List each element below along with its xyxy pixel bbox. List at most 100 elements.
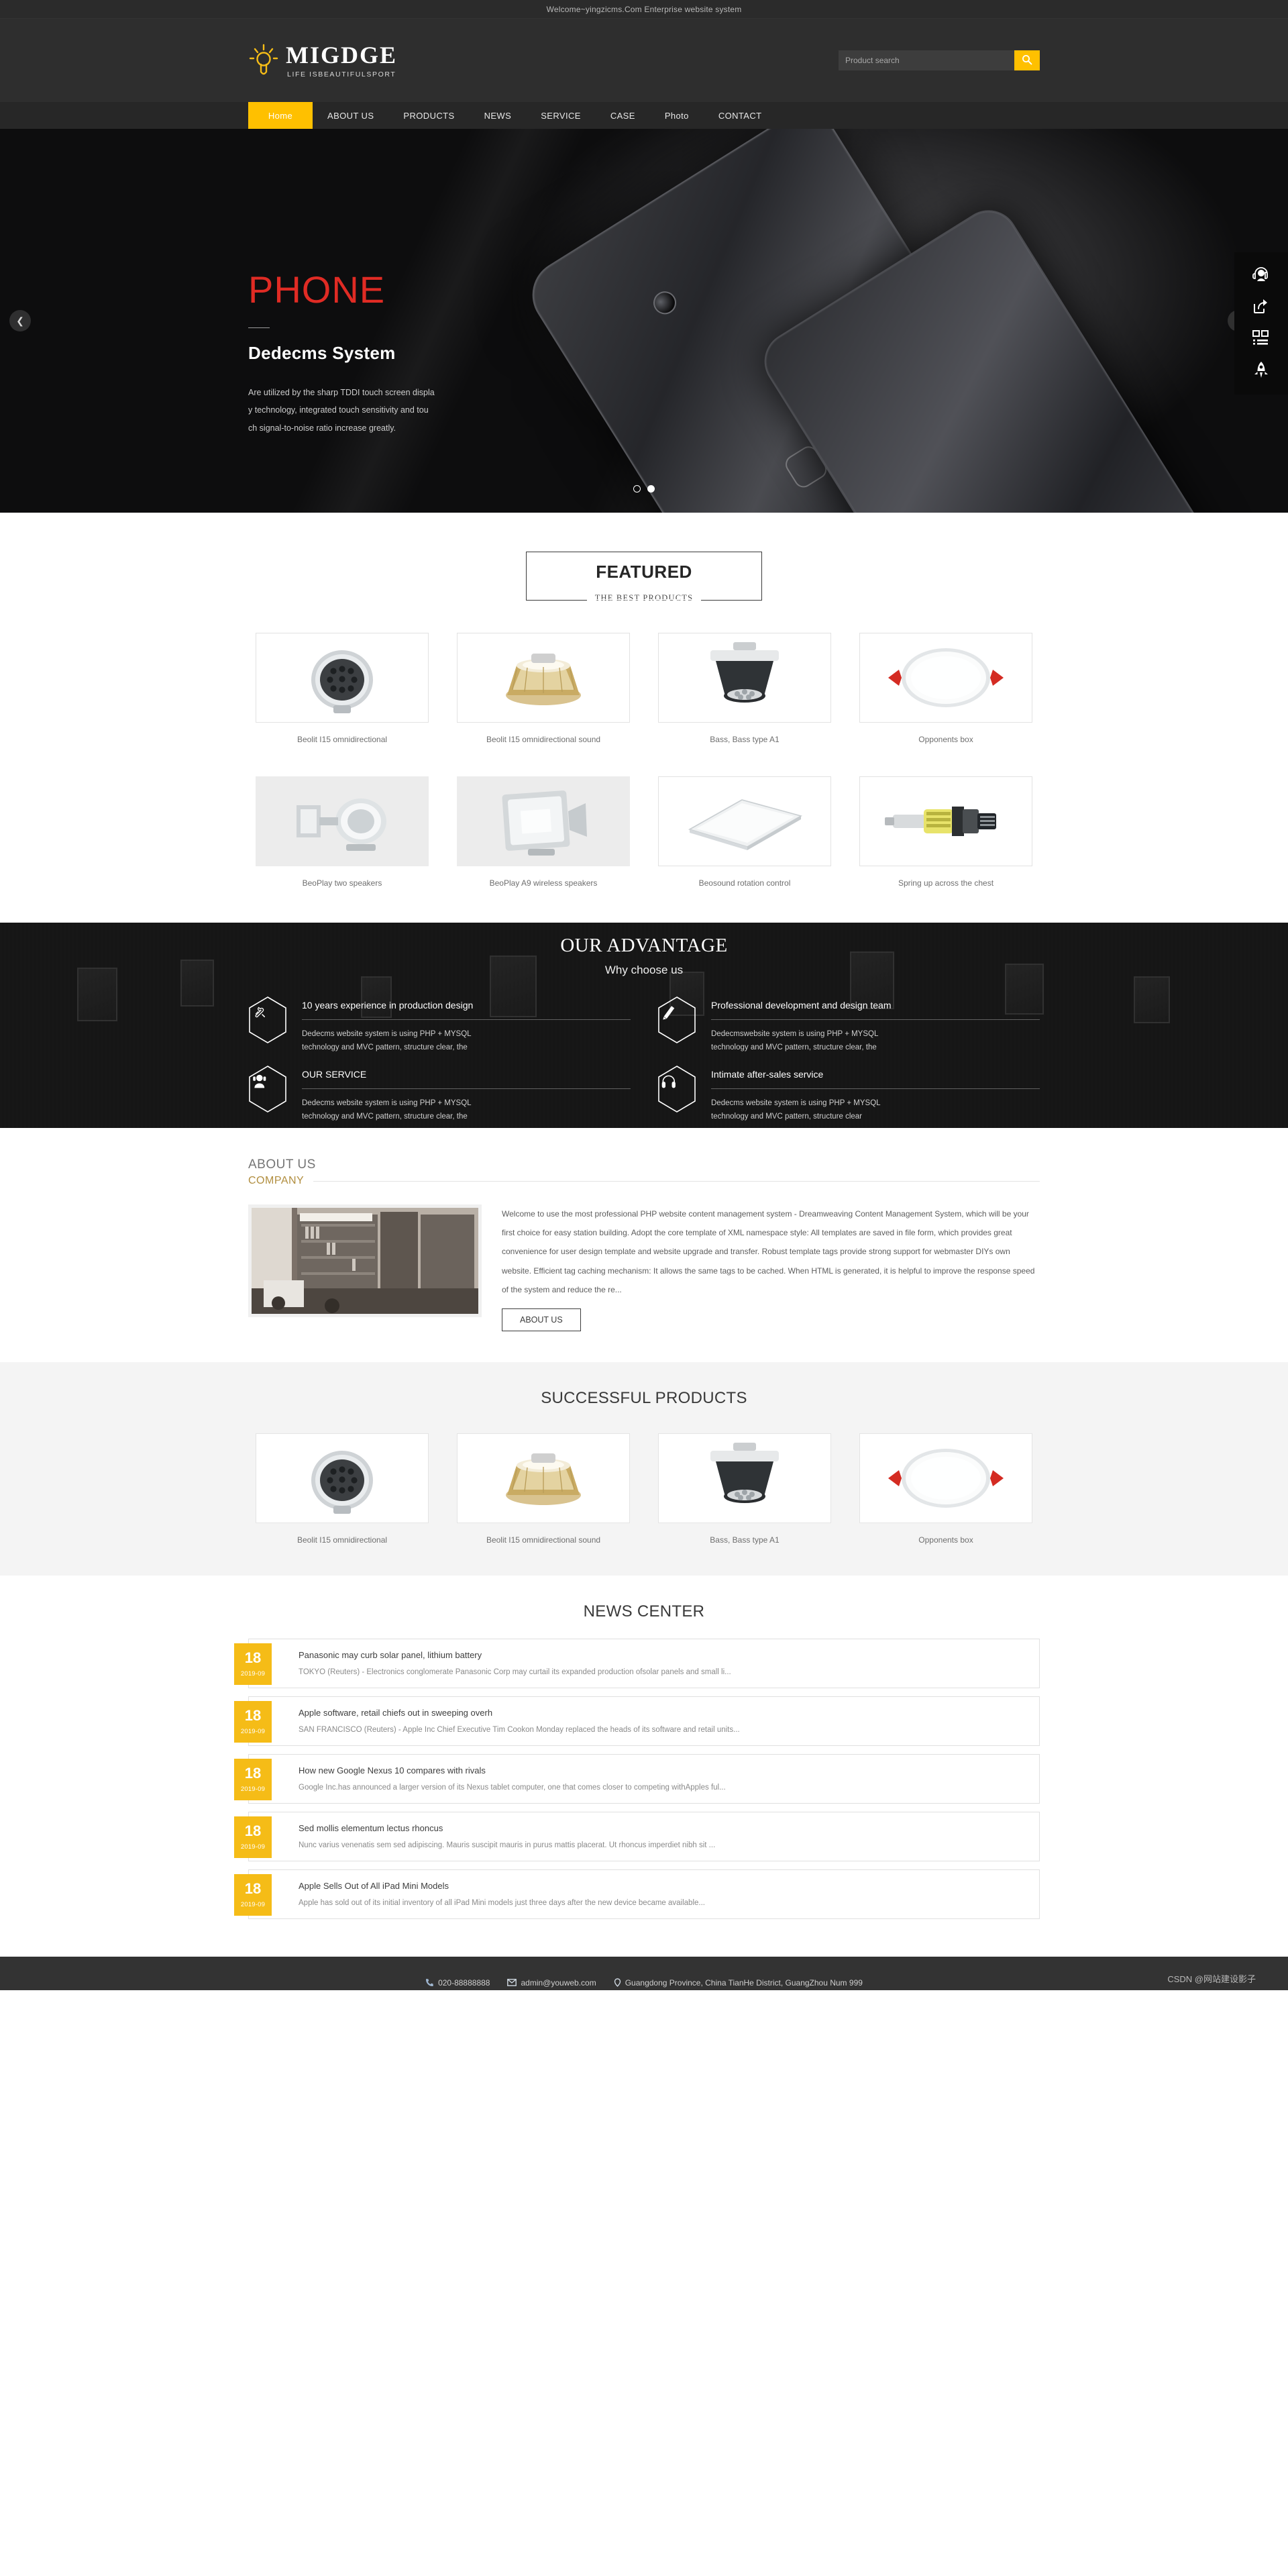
product-thumbnail[interactable] (256, 633, 429, 723)
floating-side-toolbar (1234, 252, 1288, 395)
product-card[interactable]: BeoPlay A9 wireless speakers (457, 776, 630, 888)
product-thumbnail[interactable] (658, 633, 831, 723)
site-logo[interactable]: MIGDGE LIFE ISBEAUTIFULSPORT (248, 43, 397, 79)
news-item-summary: Apple has sold out of its initial invent… (299, 1899, 705, 1908)
nav-item-service[interactable]: SERVICE (526, 102, 596, 129)
about-office-image (248, 1204, 482, 1317)
product-name: Beolit I15 omnidirectional sound (486, 1535, 601, 1545)
news-date-badge: 18 2019-09 (234, 1758, 272, 1800)
news-item[interactable]: 18 2019-09 Apple Sells Out of All iPad Min… (234, 1869, 1040, 1919)
search-input[interactable] (839, 50, 1014, 70)
logo-title: MIGDGE (286, 41, 398, 68)
featured-products-row-2: BeoPlay two speakers BeoPlay A9 wireless… (248, 744, 1040, 888)
product-illustration-led-floodlight (292, 1441, 392, 1515)
advantage-desc-line-1: Dedecmswebsite system is using PHP + MYS… (711, 1030, 879, 1038)
news-item[interactable]: 18 2019-09 How new Google Nexus 10 compare… (234, 1753, 1040, 1804)
search-box[interactable] (839, 50, 1040, 70)
news-date-badge: 18 2019-09 (234, 1816, 272, 1858)
product-illustration-round-panel (879, 641, 1013, 714)
product-thumbnail[interactable] (859, 633, 1032, 723)
news-item-title[interactable]: Apple Sells Out of All iPad Mini Models (299, 1881, 705, 1891)
nav-item-photo[interactable]: Photo (650, 102, 704, 129)
nav-item-news[interactable]: NEWS (470, 102, 527, 129)
carousel-dot-2[interactable] (647, 485, 655, 493)
rail-qr-list-button[interactable] (1234, 323, 1288, 356)
product-thumbnail[interactable] (256, 776, 429, 866)
search-button[interactable] (1014, 50, 1040, 70)
product-card[interactable]: Beolit I15 omnidirectional (256, 1433, 429, 1545)
advantage-item: Intimate after-sales service Dedecms webs… (657, 1065, 1040, 1123)
footer-address: Guangdong Province, China TianHe Distric… (614, 1978, 863, 1988)
product-card[interactable]: BeoPlay two speakers (256, 776, 429, 888)
product-card[interactable]: Opponents box (859, 633, 1032, 744)
product-illustration-spot-downlight (694, 1441, 795, 1515)
product-thumbnail[interactable] (256, 1433, 429, 1523)
product-thumbnail[interactable] (457, 776, 630, 866)
advantage-item-title: Intimate after-sales service (711, 1069, 824, 1080)
advantage-item: 10 years experience in production design… (248, 996, 631, 1054)
hero-title: PHONE (248, 268, 386, 311)
news-item-title[interactable]: Apple software, retail chiefs out in swe… (299, 1708, 740, 1718)
product-card[interactable]: Spring up across the chest (859, 776, 1032, 888)
advantage-desc-line-2: technology and MVC pattern, structure cl… (302, 1043, 468, 1052)
news-item[interactable]: 18 2019-09 Panasonic may curb solar panel,… (234, 1638, 1040, 1688)
product-name: BeoPlay A9 wireless speakers (489, 878, 598, 888)
nav-item-contact[interactable]: CONTACT (704, 102, 777, 129)
product-card[interactable]: Beolit I15 omnidirectional sound (457, 633, 630, 744)
product-name: Beolit I15 omnidirectional (297, 735, 388, 744)
product-card[interactable]: Bass, Bass type A1 (658, 633, 831, 744)
nav-item-about-us[interactable]: ABOUT US (313, 102, 388, 129)
successful-products-section: SUCCESSFUL PRODUCTS Beolit I15 omnidirec… (0, 1361, 1288, 1576)
carousel-dots (0, 485, 1288, 493)
advantage-item-divider (302, 1088, 631, 1090)
advantage-item: OUR SERVICE Dedecms website system is usi… (248, 1065, 631, 1123)
advantage-item-title: 10 years experience in production design (302, 1000, 474, 1011)
nav-item-case[interactable]: CASE (596, 102, 650, 129)
product-thumbnail[interactable] (658, 776, 831, 866)
advantage-item-divider (302, 1019, 631, 1020)
product-thumbnail[interactable] (658, 1433, 831, 1523)
product-thumbnail[interactable] (457, 633, 630, 723)
rail-share-button[interactable] (1234, 291, 1288, 323)
carousel-prev-button[interactable]: ❮ (9, 310, 31, 331)
news-item-summary: SAN FRANCISCO (Reuters) - Apple Inc Chie… (299, 1726, 740, 1735)
product-card[interactable]: Opponents box (859, 1433, 1032, 1545)
site-footer: 020-88888888 admin@youweb.com Guangdong … (0, 1956, 1288, 1990)
news-item[interactable]: 18 2019-09 Apple software, retail chiefs o… (234, 1696, 1040, 1746)
product-card[interactable]: Beolit I15 omnidirectional (256, 633, 429, 744)
footer-phone: 020-88888888 (425, 1978, 490, 1988)
rail-back-to-top-button[interactable] (1234, 356, 1288, 388)
news-item-title[interactable]: How new Google Nexus 10 compares with ri… (299, 1765, 726, 1775)
site-header: MIGDGE LIFE ISBEAUTIFULSPORT (0, 19, 1288, 102)
product-card[interactable]: Beosound rotation control (658, 776, 831, 888)
product-thumbnail[interactable] (859, 776, 1032, 866)
featured-title: FEATURED (596, 562, 692, 582)
product-thumbnail[interactable] (859, 1433, 1032, 1523)
about-more-button[interactable]: ABOUT US (502, 1308, 581, 1331)
nav-item-products[interactable]: PRODUCTS (388, 102, 469, 129)
news-item-title[interactable]: Sed mollis elementum lectus rhoncus (299, 1823, 715, 1833)
product-name: BeoPlay two speakers (302, 878, 382, 888)
phone-icon (426, 1979, 433, 1987)
footer-contact-info: 020-88888888 admin@youweb.com Guangdong … (0, 1957, 1288, 1988)
hero-description: Are utilized by the sharp TDDI touch scr… (248, 384, 449, 437)
hero-carousel: PHONE Dedecms System Are utilized by the… (0, 129, 1288, 513)
advantage-item-description: Dedecms website system is using PHP + MY… (711, 1096, 1040, 1123)
news-title: NEWS CENTER (583, 1602, 705, 1620)
product-card[interactable]: Bass, Bass type A1 (658, 1433, 831, 1545)
search-icon (1022, 54, 1032, 67)
location-icon (614, 1978, 621, 1988)
logo-tagline: LIFE ISBEAUTIFULSPORT (287, 70, 396, 79)
news-section: NEWS CENTER 18 2019-09 Panasonic may curb … (0, 1575, 1288, 1957)
news-day: 18 (244, 1764, 262, 1782)
carousel-dot-1[interactable] (633, 485, 641, 493)
product-card[interactable]: Beolit I15 omnidirectional sound (457, 1433, 630, 1545)
product-thumbnail[interactable] (457, 1433, 630, 1523)
rail-support-button[interactable] (1234, 259, 1288, 291)
news-item[interactable]: 18 2019-09 Sed mollis elementum lectus rho… (234, 1811, 1040, 1861)
agent-icon (248, 1065, 287, 1113)
nav-item-home[interactable]: Home (248, 102, 313, 129)
news-item-title[interactable]: Panasonic may curb solar panel, lithium … (299, 1650, 731, 1660)
about-description: Welcome to use the most professional PHP… (502, 1209, 1035, 1294)
successful-products-title: SUCCESSFUL PRODUCTS (541, 1388, 747, 1407)
